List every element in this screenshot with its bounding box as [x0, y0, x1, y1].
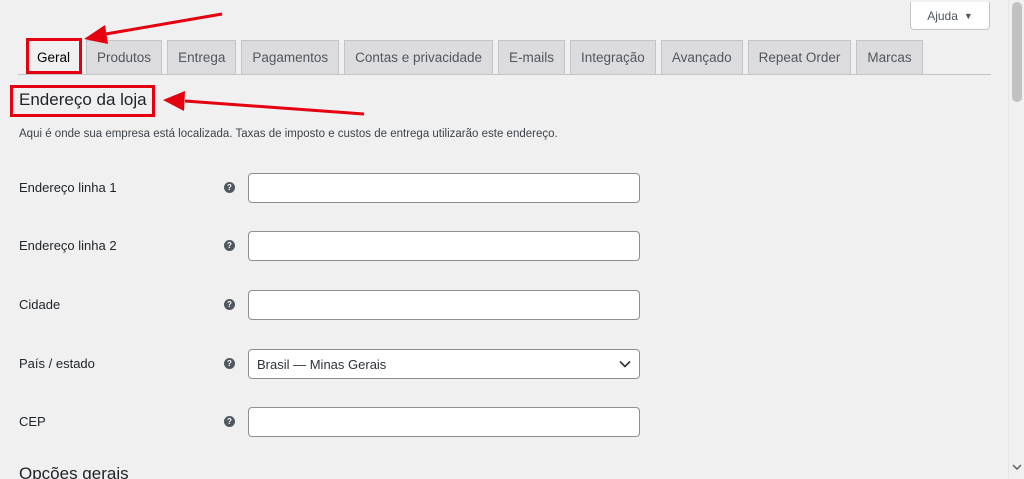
scrollbar-thumb[interactable]: [1012, 2, 1022, 102]
arrow-icon: [163, 91, 365, 116]
annotation-arrows: [84, 12, 365, 116]
page-scrollbar[interactable]: [1008, 0, 1024, 479]
scroll-down-arrow-icon[interactable]: [1012, 462, 1022, 472]
arrow-icon: [84, 12, 223, 44]
